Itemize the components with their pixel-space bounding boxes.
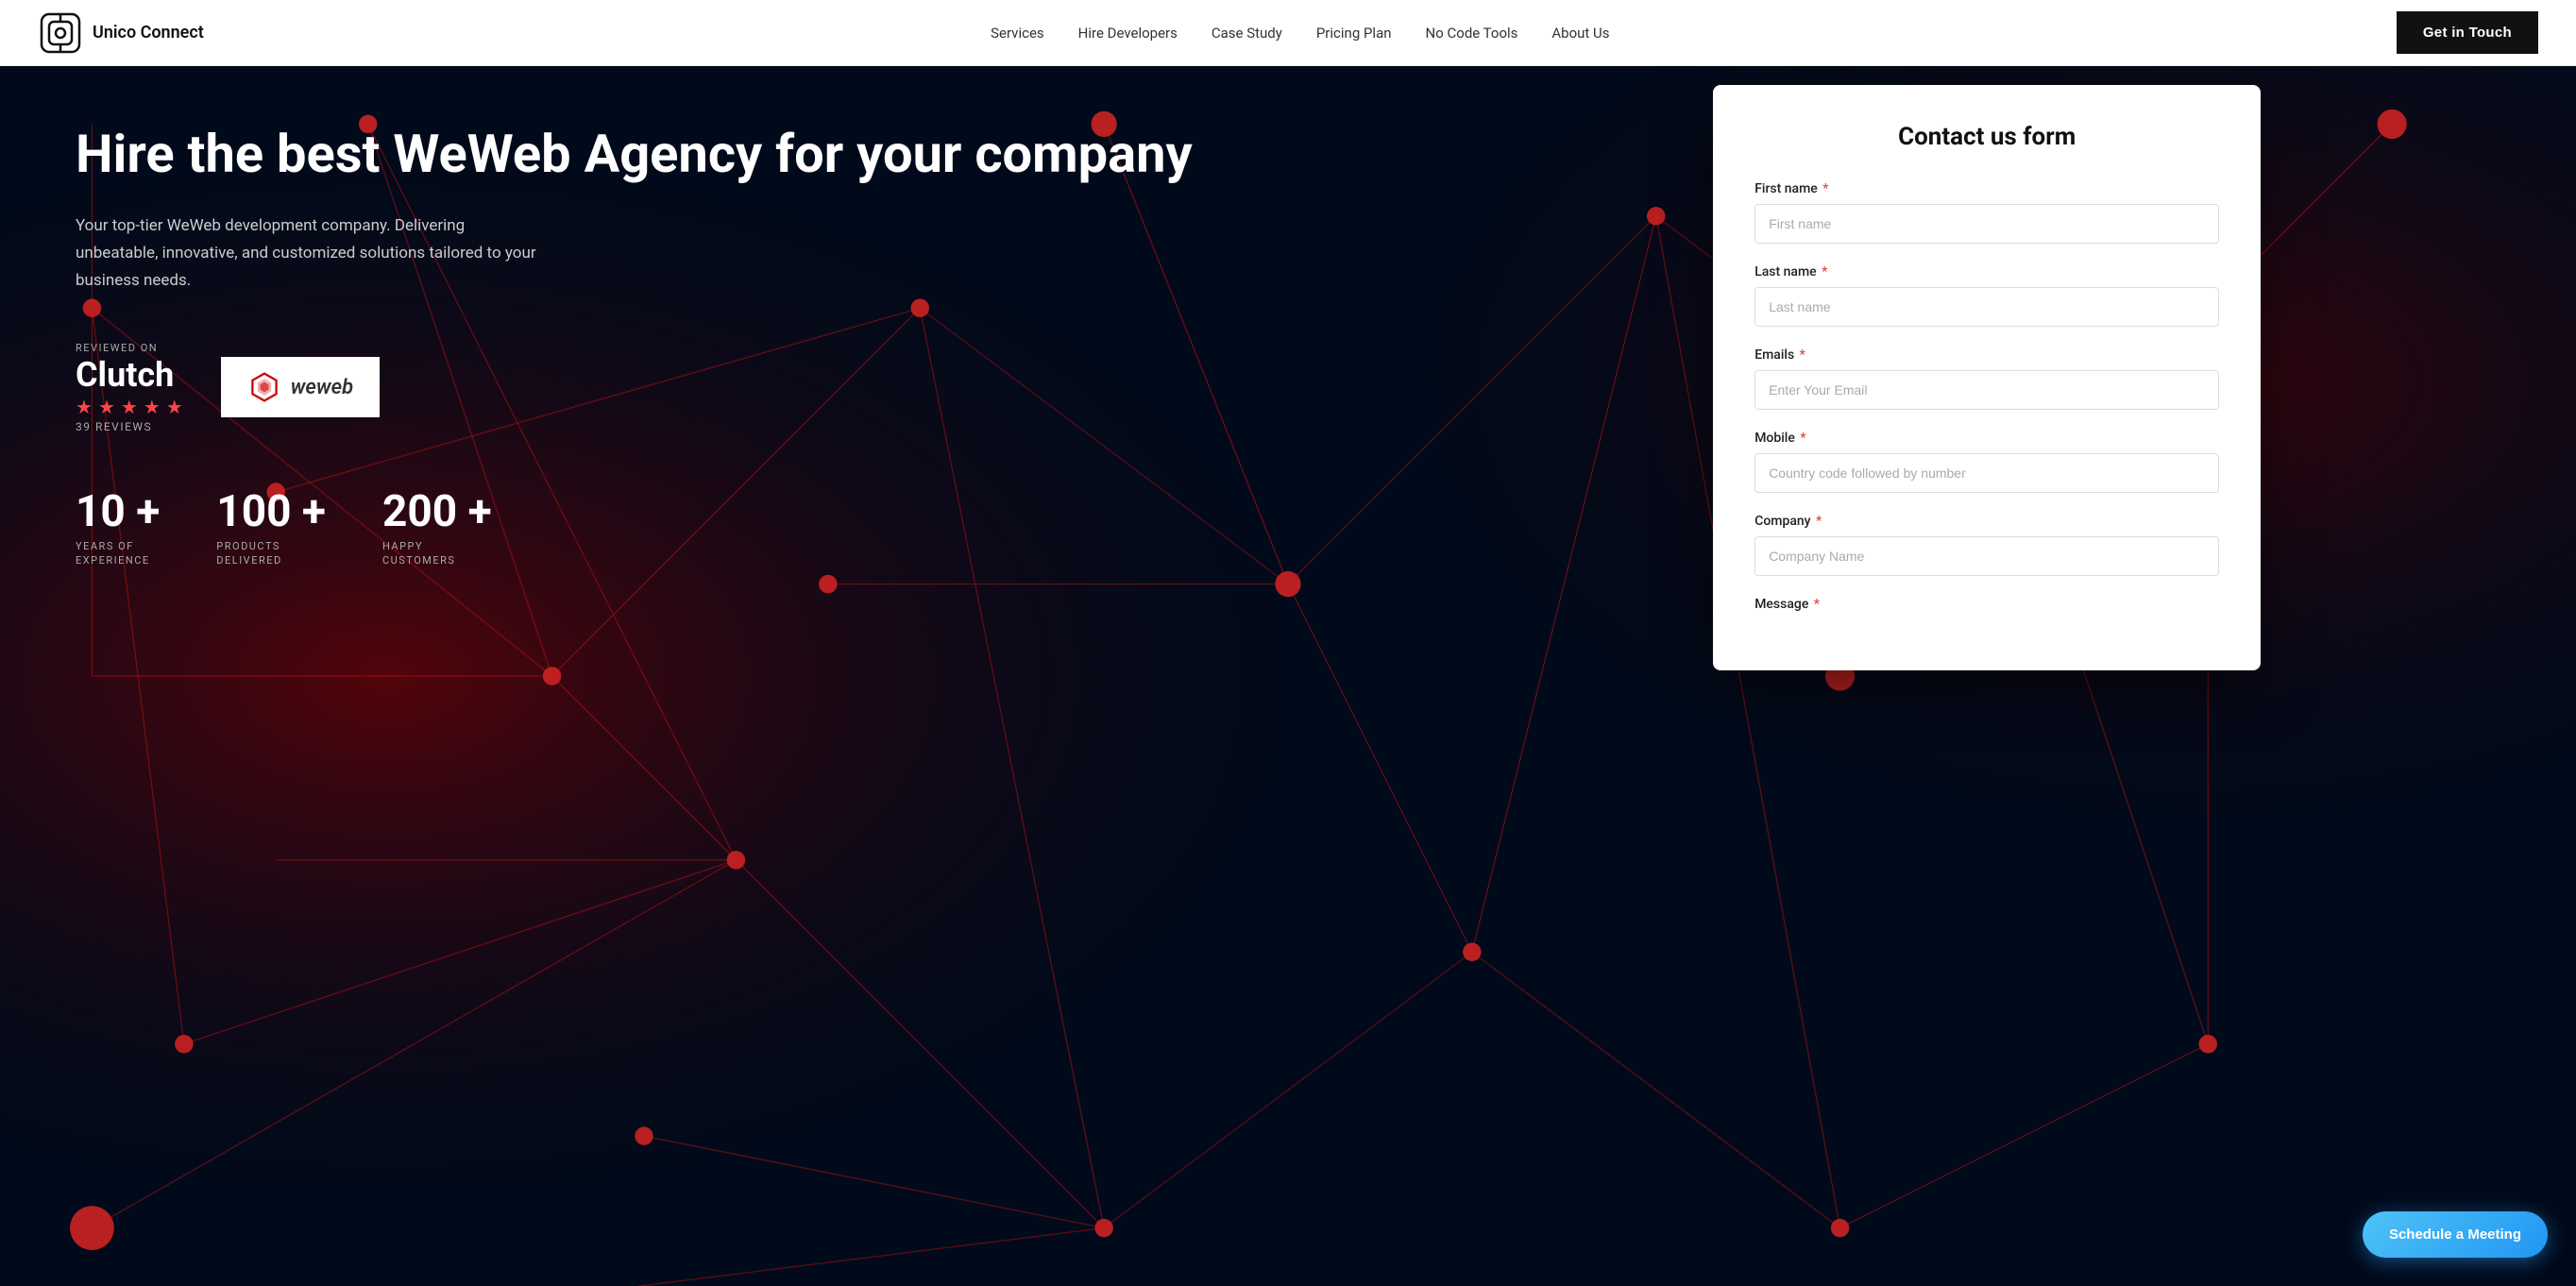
schedule-meeting-button[interactable]: Schedule a Meeting [2363,1211,2548,1258]
required-star-mobile: * [1797,431,1806,446]
brand-logo-area[interactable]: Unico Connect [38,10,204,56]
stat-years-number: 10 + [76,490,160,533]
form-group-company: Company * [1754,514,2219,576]
brand-name: Unico Connect [93,23,204,42]
hero-title: Hire the best WeWeb Agency for your comp… [76,123,1360,186]
nav-item-services[interactable]: Services [991,24,1044,42]
stars-container: ★ ★ ★ ★ ★ [76,396,183,418]
reviews-count: 39 REVIEWS [76,420,183,433]
form-group-first-name: First name * [1754,181,2219,244]
hero-left-content: Hire the best WeWeb Agency for your comp… [0,66,1416,1286]
reviewed-on-label: REVIEWED ON [76,342,183,354]
hero-subtitle: Your top-tier WeWeb development company.… [76,212,548,295]
navbar: Unico Connect Services Hire Developers C… [0,0,2576,66]
form-group-last-name: Last name * [1754,264,2219,327]
nav-item-pricing-plan[interactable]: Pricing Plan [1316,24,1392,42]
mobile-label: Mobile * [1754,431,2219,446]
stat-customers: 200 + HAPPYCUSTOMERS [382,490,492,568]
star-2: ★ [98,396,115,418]
email-input[interactable] [1754,370,2219,410]
required-star-company: * [1813,514,1822,529]
stat-customers-label: HAPPYCUSTOMERS [382,539,492,568]
stat-years-label: YEARS OFEXPERIENCE [76,539,160,568]
clutch-name: Clutch [76,358,183,392]
weweb-badge: weweb [221,357,380,417]
required-star-first-name: * [1820,181,1829,196]
hero-right-form: Contact us form First name * Last name *… [1416,66,2576,1286]
brand-logo-icon [38,10,83,56]
stat-products-label: PRODUCTSDELIVERED [216,539,326,568]
get-in-touch-button[interactable]: Get in Touch [2397,11,2538,54]
form-group-mobile: Mobile * [1754,431,2219,493]
stat-products-number: 100 + [216,490,326,533]
required-star-last-name: * [1819,264,1828,279]
star-5: ★ [166,396,183,418]
clutch-badge: REVIEWED ON Clutch ★ ★ ★ ★ ★ 39 REVIEWS [76,342,183,433]
company-label: Company * [1754,514,2219,529]
stat-years: 10 + YEARS OFEXPERIENCE [76,490,160,568]
hero-section: Hire the best WeWeb Agency for your comp… [0,66,2576,1286]
stat-customers-number: 200 + [382,490,492,533]
nav-item-about-us[interactable]: About Us [1551,24,1609,42]
first-name-label: First name * [1754,181,2219,196]
first-name-input[interactable] [1754,204,2219,244]
contact-form-card: Contact us form First name * Last name *… [1713,85,2261,670]
nav-item-case-study[interactable]: Case Study [1212,24,1282,42]
required-star-email: * [1796,347,1805,363]
form-title: Contact us form [1754,123,2219,151]
company-input[interactable] [1754,536,2219,576]
nav-links: Services Hire Developers Case Study Pric… [991,24,1609,42]
star-1: ★ [76,396,93,418]
last-name-input[interactable] [1754,287,2219,327]
message-label: Message * [1754,597,2219,612]
stat-products: 100 + PRODUCTSDELIVERED [216,490,326,568]
mobile-input[interactable] [1754,453,2219,493]
weweb-label: weweb [291,376,353,399]
star-3: ★ [121,396,138,418]
last-name-label: Last name * [1754,264,2219,279]
nav-item-hire-developers[interactable]: Hire Developers [1078,24,1178,42]
stats-row: 10 + YEARS OFEXPERIENCE 100 + PRODUCTSDE… [76,490,1360,568]
email-label: Emails * [1754,347,2219,363]
badges-row: REVIEWED ON Clutch ★ ★ ★ ★ ★ 39 REVIEWS [76,342,1360,433]
star-4: ★ [144,396,161,418]
form-group-email: Emails * [1754,347,2219,410]
required-star-message: * [1810,597,1820,612]
form-group-message: Message * [1754,597,2219,612]
nav-item-no-code-tools[interactable]: No Code Tools [1426,24,1518,42]
weweb-icon [247,370,281,404]
